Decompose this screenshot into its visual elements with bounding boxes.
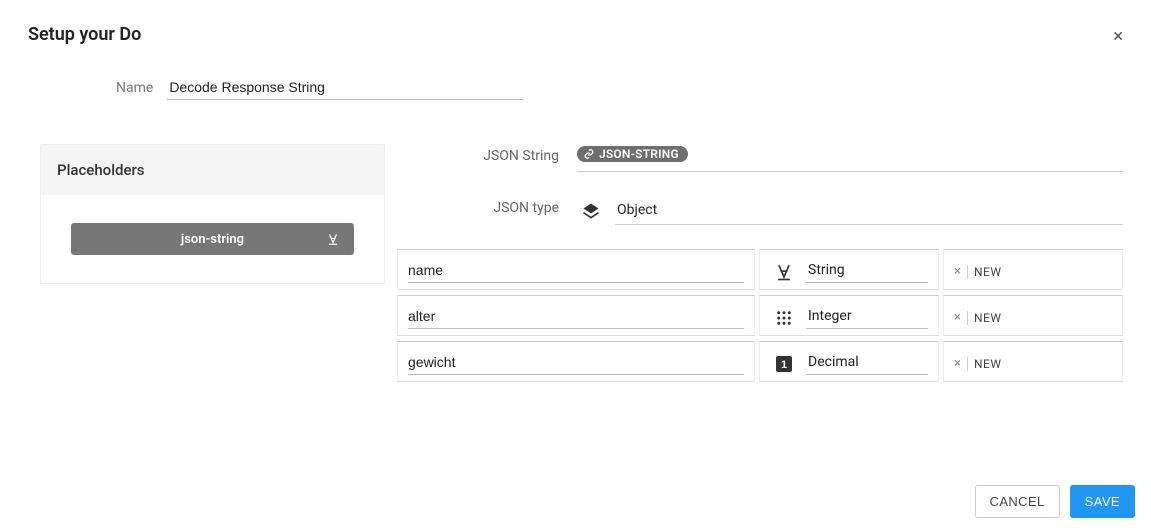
text-format-icon bbox=[326, 232, 340, 246]
json-string-label: JSON String bbox=[397, 144, 577, 164]
placeholders-card: Placeholders json-string bbox=[40, 144, 385, 284]
field-key-input[interactable] bbox=[408, 260, 744, 283]
cancel-button[interactable]: CANCEL bbox=[975, 485, 1060, 518]
dialog-title: Setup your Do bbox=[28, 24, 1123, 45]
close-icon[interactable]: × bbox=[1113, 28, 1123, 46]
clear-tag-icon[interactable]: × bbox=[954, 310, 961, 325]
layers-icon bbox=[577, 201, 605, 221]
json-type-label: JSON type bbox=[397, 196, 577, 216]
field-key-input[interactable] bbox=[408, 352, 744, 375]
save-button[interactable]: SAVE bbox=[1070, 485, 1135, 518]
name-label: Name bbox=[116, 80, 153, 96]
field-type-select[interactable]: Decimal bbox=[806, 352, 928, 375]
clear-tag-icon[interactable]: × bbox=[954, 356, 961, 371]
name-row: Name bbox=[116, 75, 1123, 100]
setup-dialog: × Setup your Do Name Placeholders json-s… bbox=[0, 0, 1151, 387]
field-key-input[interactable] bbox=[408, 306, 744, 329]
field-type-select[interactable]: Integer bbox=[806, 306, 928, 329]
field-tag-select[interactable]: NEW bbox=[967, 265, 1002, 279]
name-input[interactable] bbox=[167, 75, 523, 100]
placeholder-chip-label: json-string bbox=[181, 232, 244, 247]
field-row: String × NEW bbox=[397, 249, 1123, 290]
json-type-row: JSON type Object bbox=[397, 196, 1123, 225]
placeholders-header: Placeholders bbox=[41, 145, 384, 195]
field-row: Integer × NEW bbox=[397, 295, 1123, 336]
field-row: 1 Decimal × NEW bbox=[397, 341, 1123, 382]
decimal-icon: 1 bbox=[770, 355, 798, 373]
integer-icon bbox=[770, 309, 798, 327]
string-icon bbox=[770, 262, 798, 282]
placeholder-chip-json-string[interactable]: json-string bbox=[71, 223, 354, 255]
field-type-select[interactable]: String bbox=[806, 260, 928, 283]
clear-tag-icon[interactable]: × bbox=[954, 264, 961, 279]
json-type-select[interactable]: Object bbox=[615, 196, 1123, 225]
field-tag-select[interactable]: NEW bbox=[967, 357, 1002, 371]
json-string-row: JSON String JSON-STRING bbox=[397, 144, 1123, 172]
field-tag-select[interactable]: NEW bbox=[967, 311, 1002, 325]
json-string-tag[interactable]: JSON-STRING bbox=[577, 146, 688, 162]
content-area: Placeholders json-string JSON String bbox=[28, 144, 1123, 387]
config-column: JSON String JSON-STRING JSON type bbox=[397, 144, 1123, 387]
json-string-tag-text: JSON-STRING bbox=[599, 147, 679, 161]
svg-text:1: 1 bbox=[781, 359, 787, 371]
dialog-footer: CANCEL SAVE bbox=[975, 485, 1135, 518]
json-string-value-cell[interactable]: JSON-STRING bbox=[577, 144, 1123, 172]
link-icon bbox=[583, 149, 595, 159]
fields-table: String × NEW bbox=[397, 249, 1123, 382]
